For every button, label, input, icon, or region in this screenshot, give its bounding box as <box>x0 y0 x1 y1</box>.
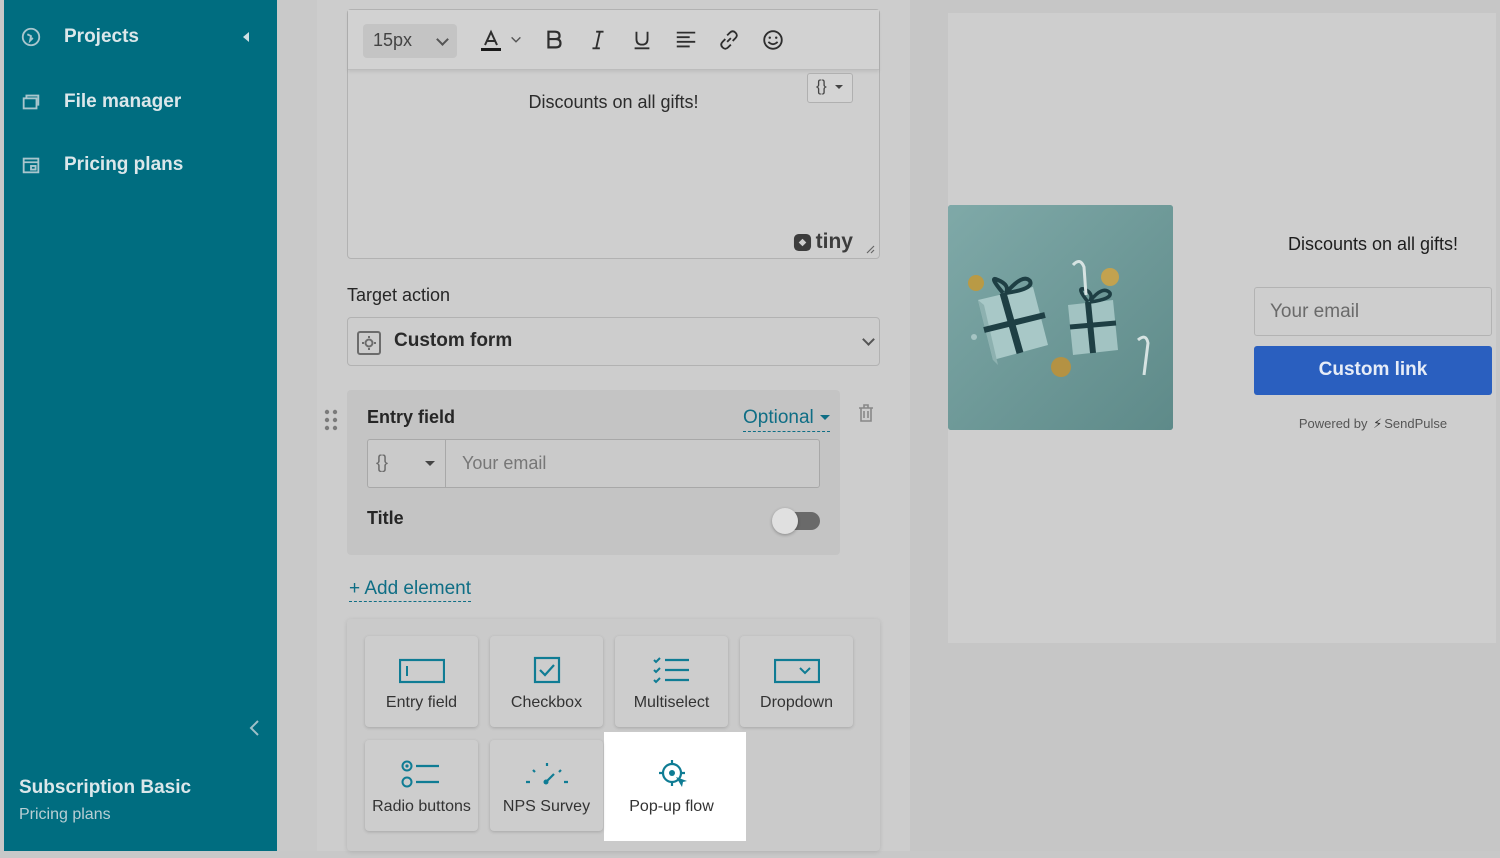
projects-icon <box>21 27 41 47</box>
resize-handle-icon[interactable] <box>865 244 875 254</box>
palette-tile-multiselect[interactable]: Multiselect <box>615 636 728 727</box>
variable-select[interactable]: {} <box>368 440 446 487</box>
toggle-knob <box>772 508 798 534</box>
sidebar-item-file-manager[interactable]: File manager <box>20 91 181 113</box>
sidebar-item-label: Projects <box>64 26 139 47</box>
emoji-icon[interactable] <box>760 27 786 53</box>
palette-tile-dropdown[interactable]: Dropdown <box>740 636 853 727</box>
link-icon[interactable] <box>716 27 742 53</box>
editor-content-text[interactable]: Discounts on all gifts! <box>348 92 879 113</box>
sidebar: Projects File manager Pricing plans Subs… <box>4 0 277 851</box>
preview-custom-link-button[interactable]: Custom link <box>1254 346 1492 395</box>
add-element-link[interactable]: + Add element <box>349 578 472 602</box>
gift-illustration <box>948 205 1173 430</box>
custom-form-icon <box>357 331 381 355</box>
entry-field-icon <box>399 658 445 684</box>
sidebar-expand-icon[interactable] <box>243 32 249 42</box>
italic-icon[interactable] <box>585 27 611 53</box>
trash-icon[interactable] <box>855 402 877 424</box>
preview-heading: Discounts on all gifts! <box>1287 234 1459 254</box>
entry-field-placeholder: Your email <box>462 453 547 473</box>
powered-by-prefix: Powered by <box>1298 416 1368 431</box>
lightning-icon: ⚡ <box>1373 416 1383 431</box>
entry-field-input[interactable]: {} Your email <box>367 439 820 488</box>
tile-label: Radio buttons <box>372 798 471 815</box>
variable-symbol: {} <box>376 452 389 472</box>
nps-survey-icon <box>526 763 568 785</box>
align-icon[interactable] <box>673 27 699 53</box>
bold-icon[interactable] <box>541 27 567 53</box>
popup-flow-icon <box>659 760 687 787</box>
entry-field-card: Entry field Optional {} Your email Title <box>347 390 840 555</box>
chevron-down-icon <box>436 33 449 46</box>
caret-down-icon <box>425 461 435 466</box>
dropdown-icon <box>774 658 820 684</box>
subscription-title: Subscription Basic <box>19 777 192 798</box>
font-size-select[interactable]: 15px <box>363 24 457 58</box>
optional-label: Optional <box>743 407 814 428</box>
palette-tile-checkbox[interactable]: Checkbox <box>490 636 603 727</box>
rich-text-editor[interactable]: 15px {} Discounts on all gifts! tiny <box>347 9 880 259</box>
editor-toolbar: 15px <box>348 10 879 70</box>
tile-label: Multiselect <box>633 694 710 711</box>
palette-tile-popup-flow[interactable]: Pop-up flow <box>615 740 728 831</box>
palette-tile-nps-survey[interactable]: NPS Survey <box>490 740 603 831</box>
multiselect-icon <box>653 657 689 684</box>
radio-buttons-icon <box>401 760 439 788</box>
underline-icon[interactable] <box>629 27 655 53</box>
tiny-logo-icon <box>793 233 811 251</box>
checkbox-icon <box>533 656 561 684</box>
palette-tile-radio-buttons[interactable]: Radio buttons <box>365 740 478 831</box>
gift-image <box>948 205 1173 430</box>
tile-label: Checkbox <box>510 694 583 711</box>
tile-label: Pop-up flow <box>629 798 714 815</box>
caret-down-icon <box>819 415 830 421</box>
collapse-sidebar-icon[interactable] <box>247 718 263 738</box>
sidebar-item-label: Pricing plans <box>64 154 184 175</box>
target-action-select[interactable]: Custom form <box>347 317 880 366</box>
font-size-value: 15px <box>373 30 413 50</box>
file-manager-icon <box>22 94 40 110</box>
target-action-value: Custom form <box>394 330 513 351</box>
target-action-label: Target action <box>347 285 451 305</box>
drag-handle-icon[interactable] <box>324 408 338 432</box>
optional-dropdown[interactable]: Optional <box>743 407 830 432</box>
powered-by[interactable]: Powered by ⚡ SendPulse <box>1254 416 1492 432</box>
text-color-dropdown-icon[interactable] <box>508 27 524 53</box>
sidebar-item-pricing-plans[interactable]: Pricing plans <box>20 154 183 176</box>
palette-tile-entry-field[interactable]: Entry field <box>365 636 478 727</box>
entry-field-title: Entry field <box>367 407 456 427</box>
subscription-pricing-link[interactable]: Pricing plans <box>19 806 111 824</box>
tile-label: Dropdown <box>760 694 833 711</box>
title-toggle-label: Title <box>367 508 404 528</box>
caret-down-icon <box>835 84 844 89</box>
sidebar-item-projects[interactable]: Projects <box>20 26 139 48</box>
text-color-icon[interactable] <box>478 27 504 53</box>
preview-email-input[interactable]: Your email <box>1254 287 1492 336</box>
pricing-plans-icon <box>22 157 40 174</box>
tiny-logo-text: tiny <box>815 230 853 253</box>
tiny-logo[interactable]: tiny <box>793 230 853 254</box>
sidebar-item-label: File manager <box>64 91 182 112</box>
title-toggle[interactable] <box>772 508 820 534</box>
chevron-down-icon <box>862 333 875 346</box>
tile-label: NPS Survey <box>502 798 591 815</box>
powered-by-brand: SendPulse <box>1384 416 1448 431</box>
tile-label: Entry field <box>385 694 458 711</box>
